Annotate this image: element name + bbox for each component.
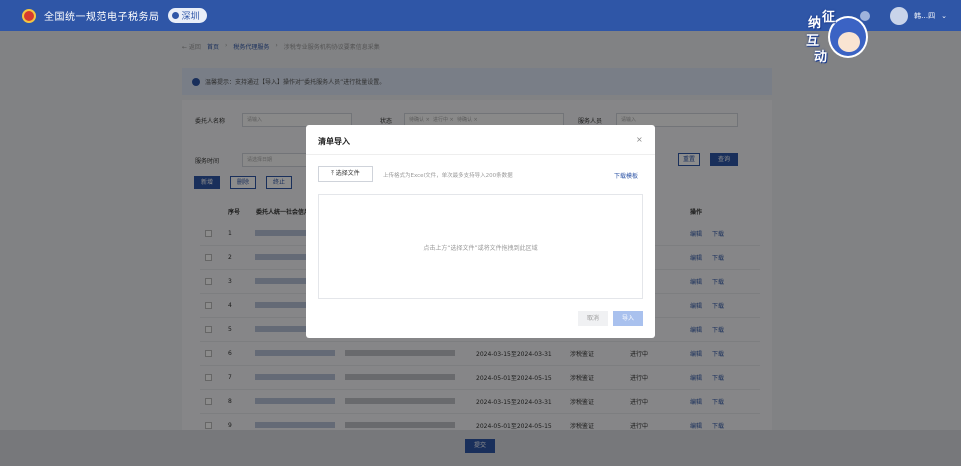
file-drop-zone[interactable]: 点击上方“选择文件”或将文件拖拽到此区域 <box>318 194 643 299</box>
import-dialog: 清单导入 × ⤒ 选择文件 上传格式为Excel文件，单次最多支持导入200条数… <box>306 125 655 338</box>
download-template-link[interactable]: 下载模板 <box>614 171 638 180</box>
user-area: 韩…四 ⌄ <box>860 7 947 25</box>
app-title: 全国统一规范电子税务局 <box>44 12 160 23</box>
tax-emblem-icon <box>22 8 36 23</box>
import-button[interactable]: 导入 <box>613 311 643 326</box>
upload-icon: ⤒ <box>331 170 334 177</box>
user-name[interactable]: 韩…四 <box>914 11 935 21</box>
mascot-char-1: 纳 <box>808 16 822 31</box>
choose-file-button[interactable]: ⤒ 选择文件 <box>318 166 373 182</box>
mascot-char-4: 动 <box>814 50 828 65</box>
mascot-char-2: 征 <box>822 10 836 25</box>
drop-zone-text: 点击上方“选择文件”或将文件拖拽到此区域 <box>423 245 538 252</box>
chevron-down-icon[interactable]: ⌄ <box>941 12 947 20</box>
user-avatar[interactable] <box>890 7 909 25</box>
dialog-divider <box>306 154 655 155</box>
choose-file-label: 选择文件 <box>335 170 360 177</box>
close-icon[interactable]: × <box>636 135 643 144</box>
city-label: 深圳 <box>181 12 200 22</box>
city-switch[interactable]: 深圳 <box>167 8 207 23</box>
upload-hint: 上传格式为Excel文件，单次最多支持导入200条数据 <box>383 173 513 179</box>
location-pin-icon <box>171 12 179 19</box>
cancel-button[interactable]: 取消 <box>578 311 608 326</box>
dialog-title: 清单导入 <box>318 137 350 146</box>
mascot-icon[interactable]: 纳 征 互 动 <box>806 6 868 66</box>
